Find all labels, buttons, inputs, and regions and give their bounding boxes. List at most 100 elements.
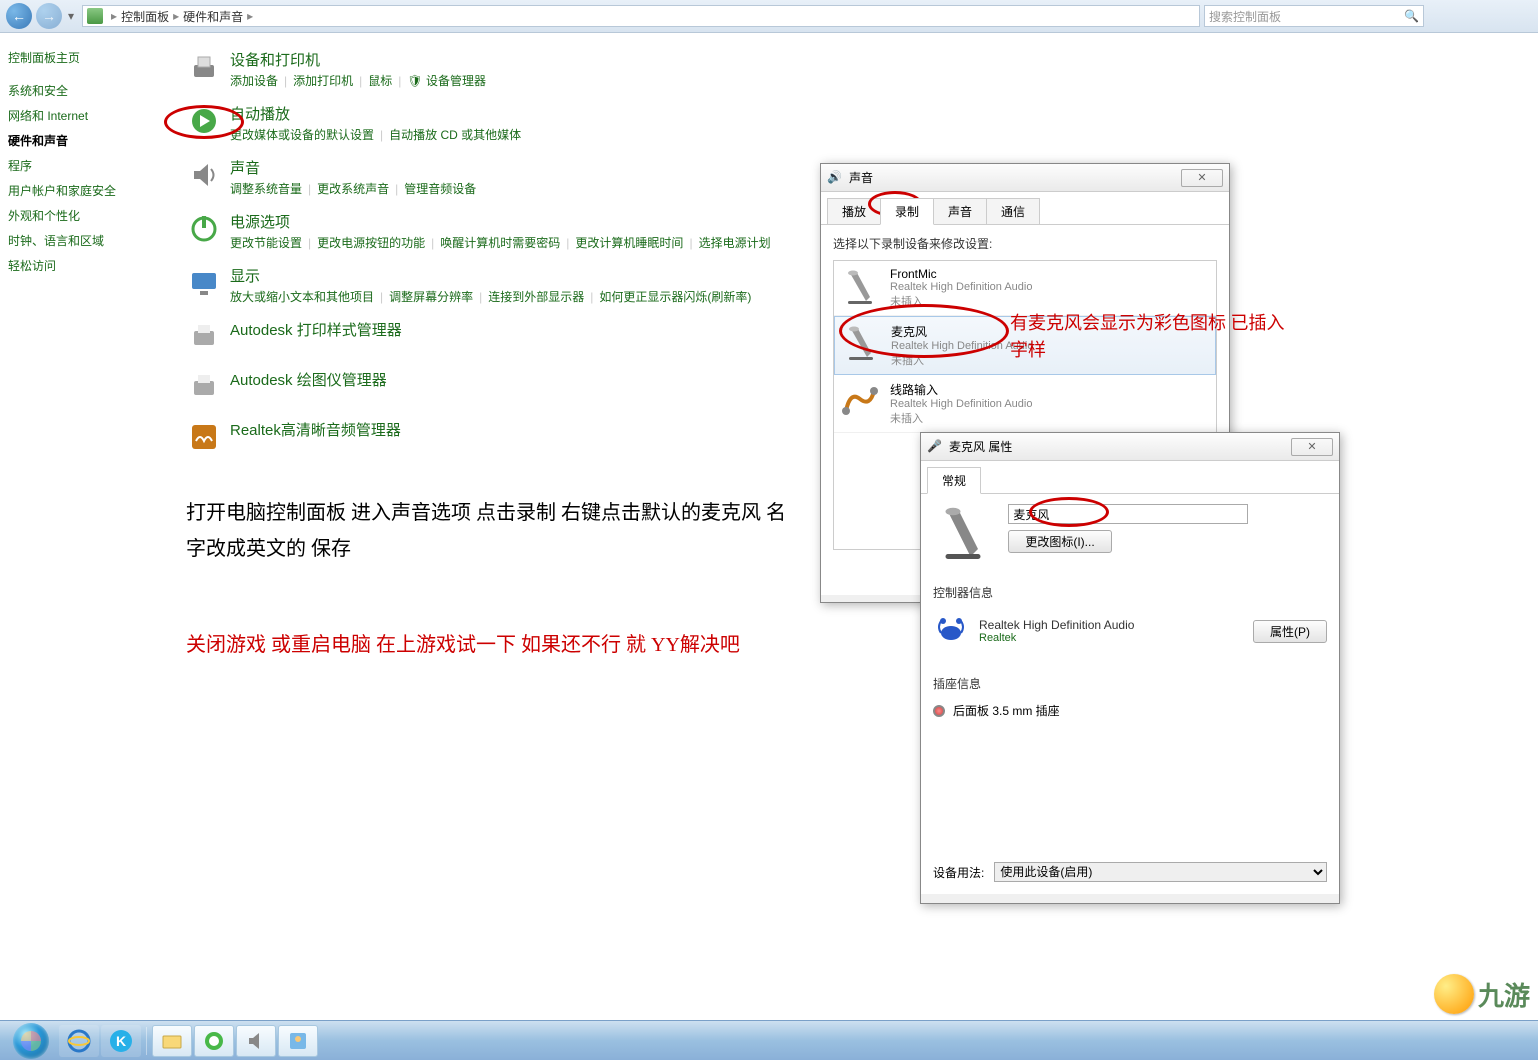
history-dropdown[interactable]: ▾ [68,9,74,23]
sidebar: 控制面板主页 系统和安全网络和 Internet 硬件和声音程序用户帐户和家庭安全… [0,33,170,1020]
taskbar-ie-icon[interactable] [59,1025,99,1057]
category: 设备和打印机添加设备|添加打印机|鼠标|🛡 设备管理器 [186,49,1538,89]
category-link[interactable]: 更改计算机睡眠时间 [575,236,683,250]
usage-select[interactable]: 使用此设备(启用) [994,862,1327,882]
taskbar-app[interactable] [278,1025,318,1057]
category: 自动播放更改媒体或设备的默认设置|自动播放 CD 或其他媒体 [186,103,1538,143]
category-link[interactable]: 🛡 设备管理器 [407,74,486,88]
device-name: 线路输入 [890,381,1032,398]
category-title[interactable]: 电源选项 [230,211,771,232]
device-item[interactable]: 线路输入Realtek High Definition Audio未插入 [834,375,1216,433]
prop-tabs: 常规 [921,461,1339,494]
sidebar-item[interactable]: 轻松访问 [8,257,162,274]
device-driver: Realtek High Definition Audio [890,398,1032,410]
speaker-icon: 🔊 [827,170,843,186]
realtek-icon [186,419,222,455]
mic-icon: 🎤 [927,439,943,455]
device-name: FrontMic [890,267,1032,281]
category-title[interactable]: Autodesk 绘图仪管理器 [230,369,387,390]
category-link[interactable]: 添加设备 [230,74,278,88]
back-button[interactable]: ← [6,3,32,29]
forward-button[interactable]: → [36,3,62,29]
sidebar-item[interactable]: 外观和个性化 [8,207,162,224]
category-link[interactable]: 放大或缩小文本和其他项目 [230,290,374,304]
category-link[interactable]: 调整屏幕分辨率 [389,290,473,304]
category-link[interactable]: 连接到外部显示器 [488,290,584,304]
category-link[interactable]: 鼠标 [368,74,392,88]
sound-tab[interactable]: 播放 [827,198,881,224]
annotation-text: 有麦克风会显示为彩色图标 已插入字样 [1010,310,1290,364]
device-driver: Realtek High Definition Audio [890,281,1032,293]
search-placeholder: 搜索控制面板 [1209,8,1281,25]
autodesk-print-icon [186,319,222,355]
close-button[interactable]: ✕ [1291,438,1333,456]
category-title[interactable]: Realtek高清晰音频管理器 [230,419,401,440]
taskbar[interactable]: K [0,1020,1538,1060]
power-icon [186,211,222,247]
sound-tab[interactable]: 录制 [880,198,934,225]
category-link[interactable]: 管理音频设备 [404,182,476,196]
change-icon-button[interactable]: 更改图标(I)... [1008,530,1111,553]
sound-tab[interactable]: 通信 [986,198,1040,224]
controller-properties-button[interactable]: 属性(P) [1253,620,1327,643]
controller-name: Realtek High Definition Audio [979,618,1134,632]
category-link[interactable]: 选择电源计划 [699,236,771,250]
breadcrumb-current[interactable]: 硬件和声音 [183,8,243,25]
device-list-label: 选择以下录制设备来修改设置: [833,235,1217,252]
sound-tab[interactable]: 声音 [933,198,987,224]
device-item[interactable]: FrontMicRealtek High Definition Audio未插入 [834,261,1216,316]
sound-icon [186,157,222,193]
instruction-text-1: 打开电脑控制面板 进入声音选项 点击录制 右键点击默认的麦克风 名字改成英文的 … [186,495,786,567]
sidebar-item[interactable]: 时钟、语言和区域 [8,232,162,249]
prop-dialog-titlebar[interactable]: 🎤 麦克风 属性 ✕ [921,433,1339,461]
sidebar-item[interactable]: 用户帐户和家庭安全 [8,182,162,199]
category-title[interactable]: 自动播放 [230,103,521,124]
start-button[interactable] [4,1023,58,1059]
breadcrumb-root[interactable]: 控制面板 [121,8,169,25]
sidebar-item[interactable]: 系统和安全 [8,82,162,99]
taskbar-sound-dialog[interactable] [236,1025,276,1057]
category-title[interactable]: 设备和打印机 [230,49,486,70]
category-link[interactable]: 更改系统声音 [317,182,389,196]
sidebar-item[interactable]: 程序 [8,157,162,174]
category-link[interactable]: 唤醒计算机时需要密码 [440,236,560,250]
category-link[interactable]: 更改电源按钮的功能 [317,236,425,250]
category-title[interactable]: Autodesk 打印样式管理器 [230,319,402,340]
autodesk-plot-icon [186,369,222,405]
address-bar: ← → ▾ ▸ 控制面板 ▸ 硬件和声音 ▸ 搜索控制面板 🔍 [0,0,1538,33]
category-title[interactable]: 声音 [230,157,476,178]
sound-dialog-titlebar[interactable]: 🔊 声音 ✕ [821,164,1229,192]
category-link[interactable]: 更改媒体或设备的默认设置 [230,128,374,142]
taskbar-360[interactable] [194,1025,234,1057]
controller-vendor-link[interactable]: Realtek [979,632,1134,644]
tab-general[interactable]: 常规 [927,467,981,494]
search-input[interactable]: 搜索控制面板 🔍 [1204,5,1424,27]
watermark-logo-icon [1434,974,1474,1014]
sidebar-item[interactable]: 硬件和声音 [8,132,162,149]
category-title[interactable]: 显示 [230,265,751,286]
taskbar-explorer[interactable] [152,1025,192,1057]
category-link[interactable]: 更改节能设置 [230,236,302,250]
category-link[interactable]: 如何更正显示器闪烁(刷新率) [599,290,751,304]
close-button[interactable]: ✕ [1181,169,1223,187]
breadcrumb[interactable]: ▸ 控制面板 ▸ 硬件和声音 ▸ [82,5,1200,27]
category-link[interactable]: 自动播放 CD 或其他媒体 [389,128,521,142]
taskbar-app-icon[interactable]: K [101,1025,141,1057]
control-panel-icon [87,8,103,24]
svg-text:K: K [116,1033,126,1049]
printer-icon [186,49,222,85]
device-name-input[interactable] [1008,504,1248,524]
device-status: 未插入 [890,293,1032,309]
sidebar-home[interactable]: 控制面板主页 [8,49,162,66]
category-link[interactable]: 添加打印机 [293,74,353,88]
sidebar-item[interactable]: 网络和 Internet [8,107,162,124]
sound-dialog-title: 声音 [849,169,873,186]
mic-device-icon [841,323,881,363]
usage-label: 设备用法: [933,864,984,881]
instruction-text-2: 关闭游戏 或重启电脑 在上游戏试一下 如果还不行 就 YY解决吧 [186,627,786,663]
controller-info-label: 控制器信息 [933,584,1327,601]
category-link[interactable]: 调整系统音量 [230,182,302,196]
jack-info-label: 插座信息 [933,675,1327,692]
mic-device-icon [840,267,880,307]
jack-color-icon [933,705,945,717]
